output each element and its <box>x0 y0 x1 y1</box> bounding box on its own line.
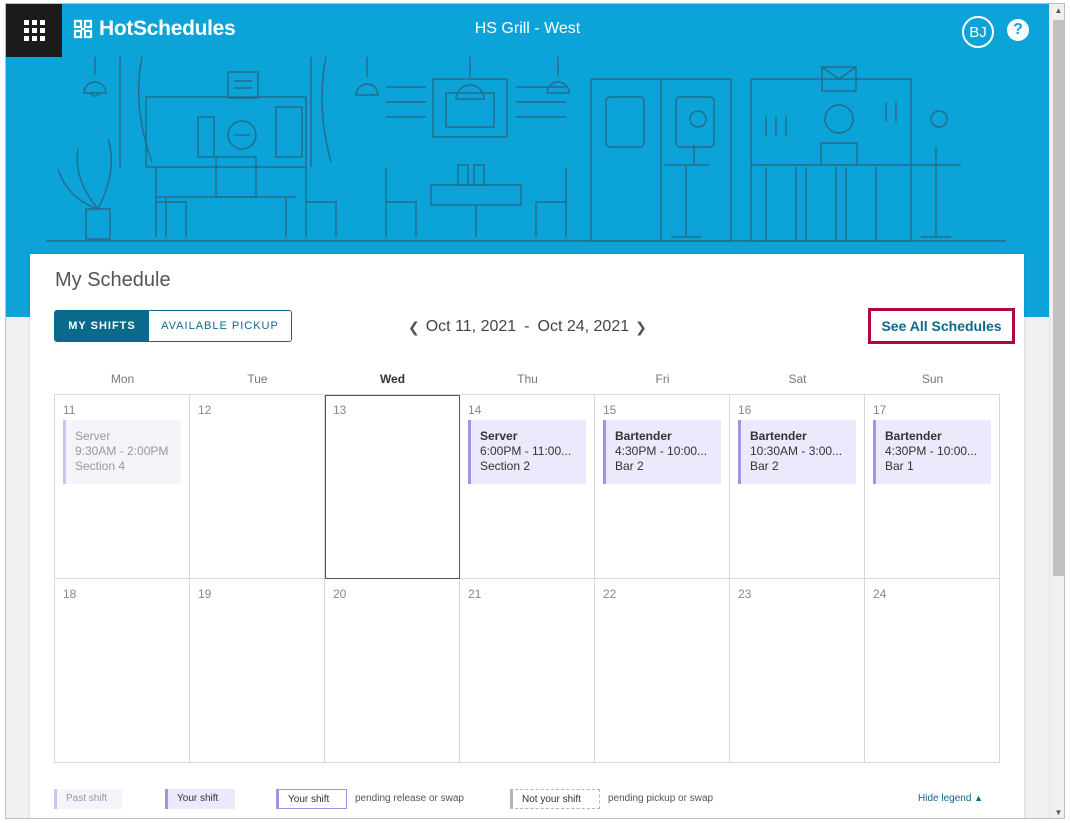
shift-location: Bar 1 <box>885 459 914 473</box>
day-number: 18 <box>63 587 77 601</box>
page-title: My Schedule <box>55 269 171 291</box>
day-number: 11 <box>63 403 76 417</box>
day-number: 20 <box>333 587 347 601</box>
calendar-day-cell[interactable]: 14 Server 6:00PM - 11:00... Section 2 <box>460 395 595 579</box>
legend-pending-pickup-text: pending pickup or swap <box>608 793 714 804</box>
shift-card[interactable]: Bartender 4:30PM - 10:00... Bar 2 <box>603 420 721 484</box>
shift-role: Bartender <box>885 429 942 443</box>
day-number: 15 <box>603 403 617 417</box>
vertical-scrollbar[interactable]: ▲ ▼ <box>1049 4 1064 818</box>
day-number: 21 <box>468 587 482 601</box>
weekday-thu: Thu <box>517 372 538 386</box>
shift-time: 4:30PM - 10:00... <box>615 444 708 458</box>
app-name: HotSchedules <box>99 17 236 40</box>
day-number: 14 <box>468 403 482 417</box>
tab-available-pickup[interactable]: AVAILABLE PICKUP <box>149 311 291 341</box>
weekday-wed: Wed <box>379 372 406 386</box>
scrollbar-thumb[interactable] <box>1053 20 1064 576</box>
shift-location: Bar 2 <box>615 459 644 473</box>
shift-card[interactable]: Bartender 4:30PM - 10:00... Bar 1 <box>873 420 991 484</box>
calendar-day-cell[interactable]: 11 Server 9:30AM - 2:00PM Section 4 <box>55 395 190 579</box>
scroll-up-arrow-icon[interactable]: ▲ <box>1050 4 1064 18</box>
day-number: 16 <box>738 403 752 417</box>
chevron-up-icon: ▲ <box>974 793 984 803</box>
help-icon[interactable]: ? <box>1007 19 1029 41</box>
calendar-day-cell[interactable]: 23 <box>730 579 865 763</box>
calendar-day-cell[interactable]: 17 Bartender 4:30PM - 10:00... Bar 1 <box>865 395 1000 579</box>
calendar-day-cell[interactable]: 24 <box>865 579 1000 763</box>
scroll-down-arrow-icon[interactable]: ▼ <box>1050 806 1064 818</box>
shift-role: Bartender <box>750 429 807 443</box>
my-schedule-card: My Schedule MY SHIFTS AVAILABLE PICKUP ❮… <box>30 254 1024 818</box>
legend-past-shift: Past shift <box>54 789 122 809</box>
hide-legend-link[interactable]: Hide legend ▲ <box>918 793 983 804</box>
shift-card[interactable]: Bartender 10:30AM - 3:00... Bar 2 <box>738 420 856 484</box>
calendar-day-cell[interactable]: 15 Bartender 4:30PM - 10:00... Bar 2 <box>595 395 730 579</box>
shift-location: Section 2 <box>480 459 531 473</box>
calendar-day-cell[interactable]: 22 <box>595 579 730 763</box>
weekday-sun: Sun <box>921 372 944 386</box>
shift-role: Server <box>75 429 111 443</box>
calendar-grid: 11 Server 9:30AM - 2:00PM Section 4 12 13 14 Se… <box>54 394 1000 763</box>
legend-your-shift: Your shift <box>165 789 235 809</box>
previous-period-chevron-icon[interactable]: ❮ <box>402 319 426 336</box>
app-window: HotSchedules HS Grill - West BJ ? ▲ ▼ My… <box>5 3 1065 819</box>
shift-role: Bartender <box>615 429 672 443</box>
shift-legend: Past shift Your shift Your shift pending… <box>54 789 1000 811</box>
weekday-header: Mon Tue Wed Thu Fri Sat Sun <box>55 372 1000 386</box>
calendar-day-cell[interactable]: 13 <box>325 395 460 579</box>
shift-role: Server <box>480 429 518 443</box>
calendar-day-cell[interactable]: 18 <box>55 579 190 763</box>
calendar-day-cell[interactable]: 20 <box>325 579 460 763</box>
day-number: 19 <box>198 587 212 601</box>
calendar-day-cell[interactable]: 16 Bartender 10:30AM - 3:00... Bar 2 <box>730 395 865 579</box>
day-number: 17 <box>873 403 887 417</box>
shift-time: 6:00PM - 11:00... <box>480 444 572 458</box>
day-number: 13 <box>333 403 347 417</box>
top-bar: HotSchedules HS Grill - West BJ ? <box>6 4 1049 57</box>
date-range-navigator: ❮ Oct 11, 2021 - Oct 24, 2021 ❯ <box>402 318 653 336</box>
weekday-mon: Mon <box>110 372 135 386</box>
shift-view-toggle: MY SHIFTS AVAILABLE PICKUP <box>54 310 292 342</box>
tab-my-shifts[interactable]: MY SHIFTS <box>55 311 149 341</box>
grid-icon <box>23 20 45 41</box>
calendar-day-cell[interactable]: 19 <box>190 579 325 763</box>
day-number: 23 <box>738 587 752 601</box>
app-launcher-button[interactable] <box>6 4 62 57</box>
shift-time: 9:30AM - 2:00PM <box>75 444 169 458</box>
day-number: 12 <box>198 403 212 417</box>
date-range-start: Oct 11, 2021 <box>425 318 517 335</box>
shift-location: Bar 2 <box>750 459 779 473</box>
user-avatar[interactable]: BJ <box>962 16 994 48</box>
shift-card[interactable]: Server 6:00PM - 11:00... Section 2 <box>468 420 586 484</box>
day-number: 22 <box>603 587 617 601</box>
weekday-sat: Sat <box>788 372 807 386</box>
shift-location: Section 4 <box>75 459 126 473</box>
hotschedules-logo[interactable]: HotSchedules <box>72 17 236 41</box>
legend-your-shift-pending: Your shift <box>276 789 347 809</box>
date-range-end: Oct 24, 2021 <box>537 318 630 335</box>
legend-not-your-shift: Not your shift <box>510 789 600 809</box>
legend-pending-release-text: pending release or swap <box>355 793 464 804</box>
calendar-day-cell[interactable]: 12 <box>190 395 325 579</box>
shift-time: 10:30AM - 3:00... <box>750 444 843 458</box>
store-name[interactable]: HS Grill - West <box>475 20 580 37</box>
calendar-day-cell[interactable]: 21 <box>460 579 595 763</box>
weekday-tue: Tue <box>247 372 268 386</box>
shift-time: 4:30PM - 10:00... <box>885 444 978 458</box>
hide-legend-label: Hide legend <box>918 793 972 804</box>
date-range-separator: - <box>524 318 530 335</box>
shift-card[interactable]: Server 9:30AM - 2:00PM Section 4 <box>63 420 181 484</box>
weekday-fri: Fri <box>655 372 670 386</box>
day-number: 24 <box>873 587 887 601</box>
see-all-schedules-link[interactable]: See All Schedules <box>868 308 1015 344</box>
next-period-chevron-icon[interactable]: ❯ <box>629 319 653 336</box>
hotschedules-logo-icon <box>73 19 93 39</box>
